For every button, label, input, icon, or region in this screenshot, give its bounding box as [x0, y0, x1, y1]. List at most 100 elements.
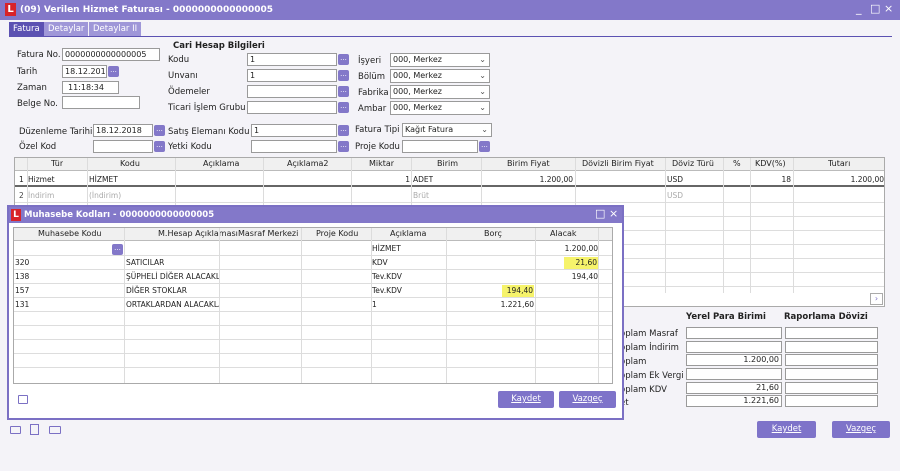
- col-alacak[interactable]: Alacak: [550, 228, 577, 240]
- tarih-field[interactable]: 18.12.2018: [62, 65, 107, 78]
- table-row[interactable]: [14, 355, 612, 368]
- col-kodu[interactable]: Kodu: [120, 158, 140, 170]
- table-row[interactable]: ... HİZMET 1.200,00: [14, 243, 612, 256]
- tab-detaylar[interactable]: Detaylar: [44, 22, 89, 36]
- close-button[interactable]: ×: [884, 3, 893, 15]
- table-row[interactable]: 320 SATICILAR KDV 21,60: [14, 257, 612, 270]
- table-row[interactable]: 157 DİĞER STOKLAR Tev.KDV 194,40: [14, 285, 612, 298]
- col-divider: [598, 228, 599, 383]
- col-miktar[interactable]: Miktar: [369, 158, 394, 170]
- col-mhesap-aciklama[interactable]: M.Hesap Açıklaması: [158, 228, 238, 240]
- satis-lookup-button[interactable]: ...: [338, 125, 349, 136]
- col-birim[interactable]: Birim: [437, 158, 458, 170]
- duzenleme-field[interactable]: 18.12.2018: [93, 124, 153, 137]
- total-rapor-value: [785, 368, 878, 380]
- cell-doviz: USD: [667, 175, 684, 184]
- bolum-select[interactable]: 000, Merkez ⌄: [390, 69, 490, 83]
- ticari-field[interactable]: [247, 101, 337, 114]
- cell-tur: İndirim: [28, 191, 55, 200]
- col-yuzde[interactable]: %: [733, 158, 741, 170]
- ambar-select[interactable]: 000, Merkez ⌄: [390, 101, 490, 115]
- odemeler-field[interactable]: [247, 85, 337, 98]
- modal-close-button[interactable]: ×: [609, 208, 618, 220]
- unvani-lookup-button[interactable]: ...: [338, 70, 349, 81]
- faturatipi-select[interactable]: Kağıt Fatura ⌄: [402, 123, 492, 137]
- odemeler-lookup-button[interactable]: ...: [338, 86, 349, 97]
- col-divider: [723, 158, 724, 293]
- col-kdv[interactable]: KDV(%): [755, 158, 786, 170]
- tab-fatura[interactable]: Fatura: [9, 22, 44, 36]
- col-aciklama2[interactable]: Açıklama2: [287, 158, 329, 170]
- col-muhasebe-kodu[interactable]: Muhasebe Kodu: [38, 228, 101, 240]
- minimize-button[interactable]: _: [856, 3, 862, 15]
- kaydet-button[interactable]: Kaydet: [757, 421, 816, 438]
- proje-lookup-button[interactable]: ...: [479, 141, 490, 152]
- col-proje-kodu[interactable]: Proje Kodu: [316, 228, 358, 240]
- muhasebe-grid: Muhasebe Kodu M.Hesap Açıklaması Masraf …: [13, 227, 613, 384]
- table-row[interactable]: 138 ŞÜPHELİ DİĞER ALACAKLA Tev.KDV 194,4…: [14, 271, 612, 284]
- col-aciklama[interactable]: Açıklama: [390, 228, 426, 240]
- tab-underline: [9, 36, 892, 37]
- cell-kod: 157: [15, 286, 30, 295]
- fabrika-select[interactable]: 000, Merkez ⌄: [390, 85, 490, 99]
- total-value: [686, 341, 782, 353]
- col-aciklama[interactable]: Açıklama: [203, 158, 239, 170]
- belge-label: Belge No.: [17, 99, 58, 109]
- unvani-field[interactable]: 1: [247, 69, 337, 82]
- satis-field[interactable]: 1: [251, 124, 337, 137]
- belge-field[interactable]: [62, 96, 140, 109]
- modal-maximize-button[interactable]: □: [595, 208, 605, 220]
- tab-detaylar-ii[interactable]: Detaylar II: [89, 22, 142, 36]
- col-dovizli-fiyat[interactable]: Dövizli Birim Fiyat: [582, 158, 654, 170]
- maximize-button[interactable]: □: [870, 3, 880, 15]
- modal-vazgec-button[interactable]: Vazgeç: [559, 391, 616, 408]
- cell-alacak: 21,60: [564, 257, 598, 269]
- table-row[interactable]: 2 İndirim (İndirim) Brüt USD: [15, 190, 884, 203]
- scroll-right-button[interactable]: ›: [870, 293, 883, 305]
- ticari-lookup-button[interactable]: ...: [338, 102, 349, 113]
- kod-lookup-button[interactable]: ...: [112, 244, 123, 255]
- printer-icon[interactable]: [18, 395, 28, 404]
- kodu-lookup-button[interactable]: ...: [338, 54, 349, 65]
- book-open-icon[interactable]: [49, 426, 61, 434]
- book-icon[interactable]: [10, 426, 21, 434]
- cell-kdv: 18: [781, 175, 791, 184]
- modal-title: Muhasebe Kodları - 0000000000000005: [24, 210, 215, 220]
- kodu-label: Kodu: [168, 55, 190, 65]
- table-row[interactable]: 131 ORTAKLARDAN ALACAKLA 1 1.221,60: [14, 299, 612, 312]
- yetki-lookup-button[interactable]: ...: [338, 141, 349, 152]
- duzenleme-calendar-button[interactable]: ...: [154, 125, 165, 136]
- col-borc[interactable]: Borç: [484, 228, 502, 240]
- doc-icon[interactable]: [30, 424, 39, 435]
- col-doviz-turu[interactable]: Döviz Türü: [672, 158, 714, 170]
- fabrika-value: 000, Merkez: [393, 87, 442, 96]
- table-row[interactable]: [14, 341, 612, 354]
- kodu-field[interactable]: 1: [247, 53, 337, 66]
- ozelkod-lookup-button[interactable]: ...: [154, 141, 165, 152]
- chevron-down-icon: ⌄: [481, 125, 488, 134]
- fatura-no-field[interactable]: 0000000000000005: [62, 48, 160, 61]
- vazgec-button[interactable]: Vazgeç: [832, 421, 890, 438]
- table-row[interactable]: 1 Hizmet HİZMET 1 ADET 1.200,00 USD 18 1…: [15, 174, 884, 187]
- col-birim-fiyat[interactable]: Birim Fiyat: [507, 158, 550, 170]
- yetki-field[interactable]: [251, 140, 337, 153]
- zaman-field[interactable]: 11:18:34: [62, 81, 119, 94]
- calendar-button[interactable]: ...: [108, 66, 119, 77]
- col-tutari[interactable]: Tutarı: [828, 158, 850, 170]
- fabrika-label: Fabrika: [358, 88, 389, 98]
- isyeri-select[interactable]: 000, Merkez ⌄: [390, 53, 490, 67]
- cell-tutar: 1.200,00: [850, 175, 884, 184]
- table-row[interactable]: [14, 313, 612, 326]
- proje-field[interactable]: [402, 140, 478, 153]
- ticari-label: Ticari İşlem Grubu: [168, 103, 246, 113]
- ozelkod-field[interactable]: [93, 140, 153, 153]
- col-masraf-merkezi[interactable]: Masraf Merkezi: [238, 228, 298, 240]
- muhasebe-modal: L Muhasebe Kodları - 0000000000000005 □ …: [7, 205, 624, 420]
- modal-kaydet-button[interactable]: Kaydet: [498, 391, 554, 408]
- grid-header: Tür Kodu Açıklama Açıklama2 Miktar Birim…: [15, 158, 884, 171]
- bolum-value: 000, Merkez: [393, 71, 442, 80]
- table-row[interactable]: [14, 327, 612, 340]
- col-tur[interactable]: Tür: [51, 158, 63, 170]
- total-value: 1.221,60: [686, 395, 782, 407]
- total-rapor-value: [785, 341, 878, 353]
